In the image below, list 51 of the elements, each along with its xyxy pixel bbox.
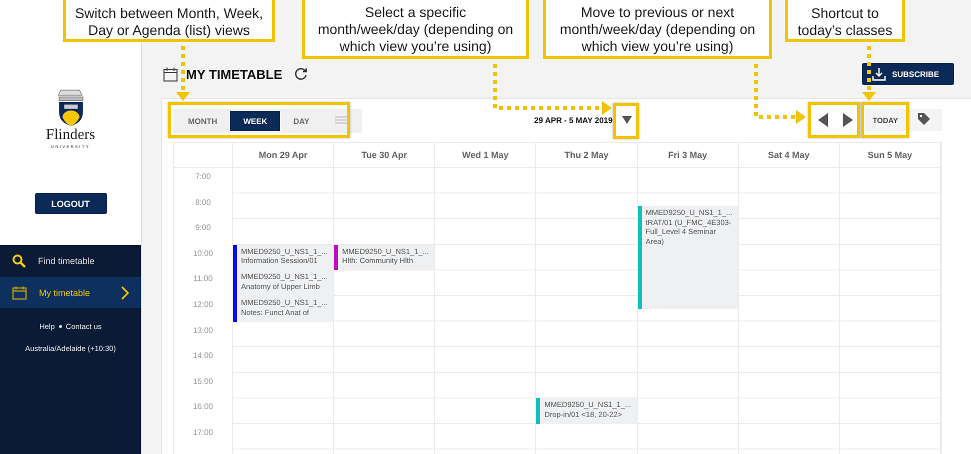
time-label: 9:00 [195,223,211,234]
day-header: Mon 29 Apr [233,143,334,167]
day-header: Sat 4 May [738,143,840,167]
chevron-right-icon [121,286,129,300]
previous-arrow-icon[interactable] [818,113,828,127]
nav-label: My timetable [39,288,90,298]
calendar-icon [12,286,27,300]
view-tab[interactable]: DAY [280,111,322,131]
nav-item[interactable]: My timetable [0,277,141,308]
search-icon [12,254,26,268]
nav-label: Find timetable [38,256,95,266]
subscribe-button[interactable]: SUBSCRIBE [862,63,954,85]
highlight-frame [613,103,639,139]
refresh-icon[interactable] [294,67,308,81]
time-label: 17:00 [192,428,214,439]
day-header: Fri 3 May [638,143,739,167]
date-range: 29 APR - 5 MAY 2019 [534,116,613,124]
time-label: 14:00 [192,351,214,362]
page-title: MY TIMETABLE [186,66,282,82]
nav-item[interactable]: Find timetable [0,245,141,276]
tag-icon [918,112,930,124]
logout-button[interactable]: LOGOUT [34,193,106,214]
callout-note: Shortcut to today’s classes [785,0,905,42]
view-tab[interactable]: WEEK [230,111,280,131]
connector-arrow [754,64,806,124]
highlight-frame [808,102,860,138]
day-header: Sun 5 May [840,143,941,167]
callout-note: Select a specific month/week/day (depending on which view you’re using) [302,0,529,59]
time-label: 8:00 [195,198,211,209]
time-label: 11:00 [193,274,213,286]
time-label: 16:00 [192,402,214,414]
view-tab[interactable]: MONTH [175,111,230,131]
day-header: Tue 30 Apr [334,143,436,167]
next-arrow-icon[interactable] [842,113,853,127]
callout-note: Switch between Month, Week, Day or Agenda (list) views [63,0,275,42]
list-icon [335,116,348,124]
day-header: Wed 1 May [435,143,536,167]
time-label: 13:00 [192,326,214,337]
separator-dot-icon [58,325,62,328]
connector-arrow [862,46,876,101]
dropdown-caret-icon[interactable] [622,116,632,124]
time-label: 10:00 [192,248,214,260]
logo-wordmark: Flinders [46,128,96,143]
callout-note: Move to previous or next month/week/day (depending on which view you’re using) [543,0,772,59]
day-header: Thu 2 May [536,143,638,167]
time-label: 12:00 [192,300,214,311]
download-icon [872,68,886,80]
calendar-icon [163,66,178,82]
time-label: 7:00 [195,172,211,183]
time-label: 15:00 [192,376,214,388]
highlight-frame [861,102,909,138]
